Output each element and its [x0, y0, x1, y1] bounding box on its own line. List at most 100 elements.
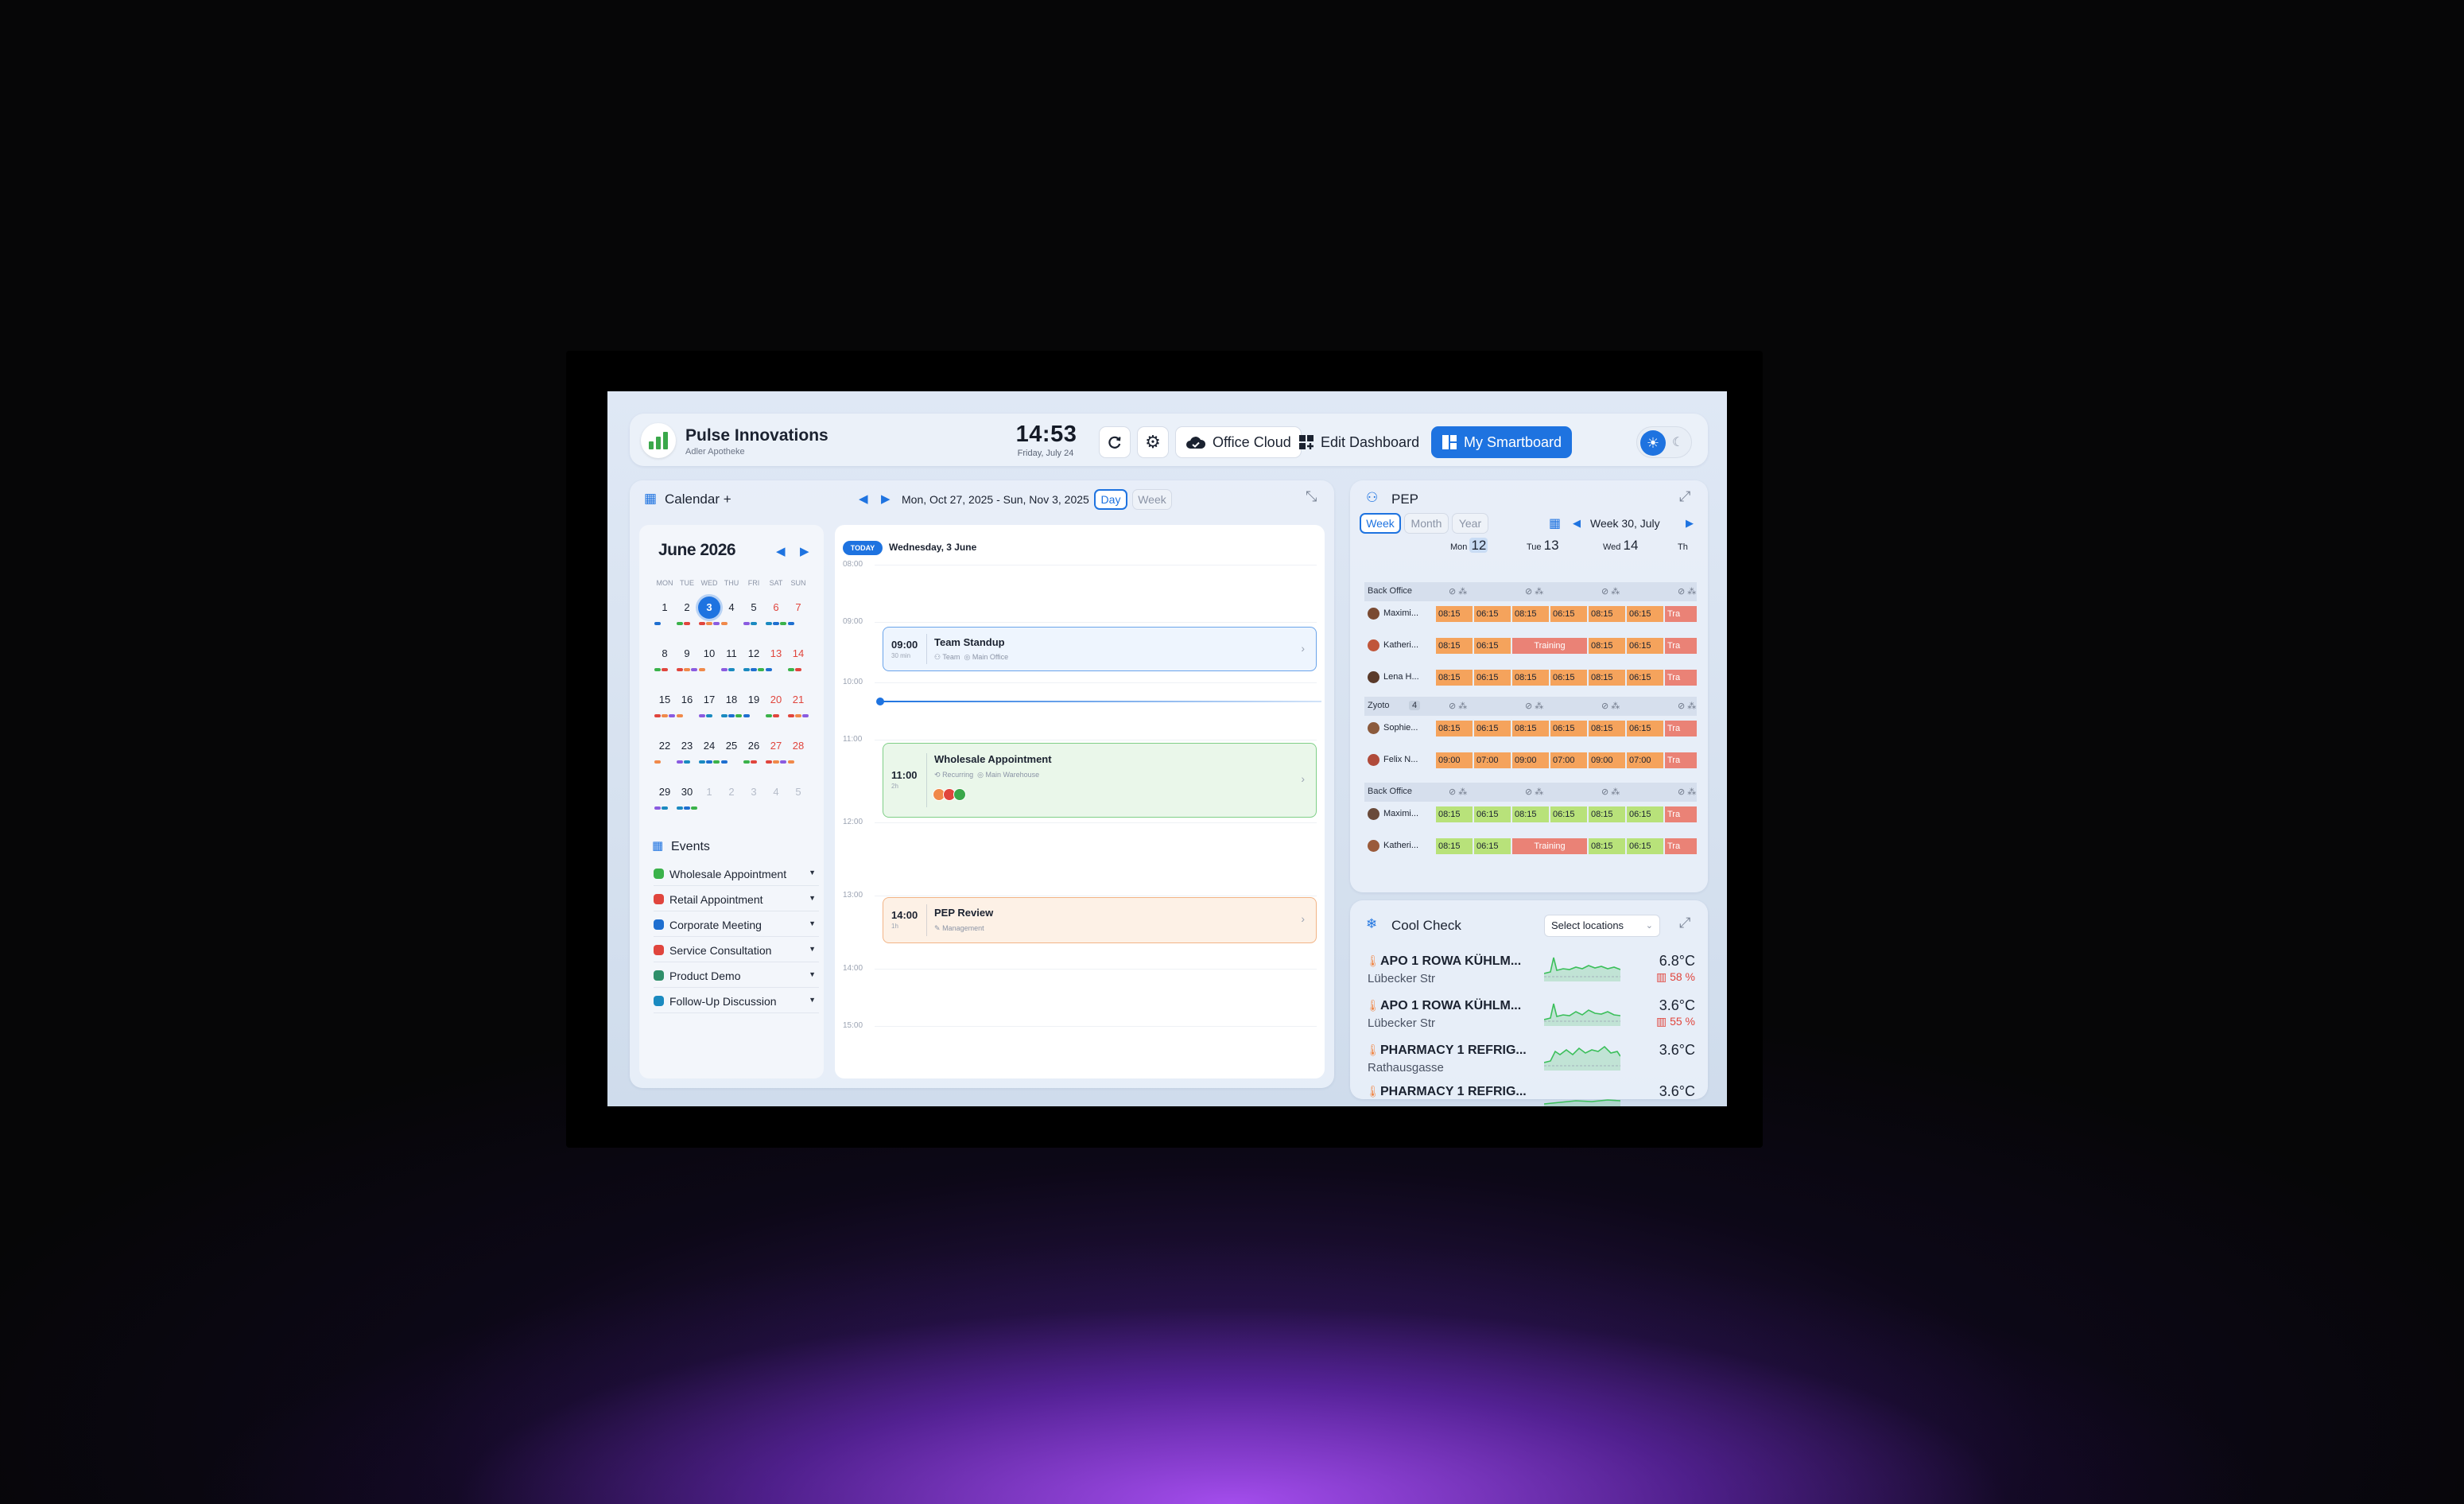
- shift-end[interactable]: 06:15: [1627, 806, 1663, 822]
- caret-down-icon[interactable]: ▼: [809, 996, 816, 1004]
- shift-end[interactable]: 06:15: [1627, 721, 1663, 736]
- shift-start[interactable]: 08:15: [1512, 606, 1549, 622]
- calendar-day[interactable]: 29: [654, 781, 676, 803]
- calendar-day[interactable]: 3: [698, 597, 720, 619]
- expand-icon[interactable]: ⤢: [1679, 488, 1690, 505]
- calendar-day[interactable]: 22: [654, 735, 676, 757]
- event-type-item[interactable]: Wholesale Appointment ▼: [654, 862, 819, 886]
- caret-down-icon[interactable]: ▼: [809, 919, 816, 927]
- calendar-day[interactable]: 30: [676, 781, 698, 803]
- shift-end[interactable]: 06:15: [1550, 670, 1587, 686]
- calendar-day[interactable]: 1: [698, 781, 720, 803]
- calendar-day[interactable]: 8: [654, 643, 676, 665]
- calendar-day[interactable]: 27: [765, 735, 787, 757]
- shift-cell[interactable]: Tra: [1665, 638, 1697, 654]
- calendar-day[interactable]: 9: [676, 643, 698, 665]
- event-type-item[interactable]: Follow-Up Discussion ▼: [654, 989, 819, 1013]
- office-cloud-button[interactable]: Office Cloud: [1175, 426, 1302, 458]
- sun-icon[interactable]: ☀: [1640, 430, 1666, 456]
- shift-start[interactable]: 08:15: [1589, 721, 1625, 736]
- shift-end[interactable]: 06:15: [1627, 638, 1663, 654]
- settings-button[interactable]: ⚙: [1137, 426, 1169, 458]
- shift-end[interactable]: 07:00: [1550, 752, 1587, 768]
- calendar-day[interactable]: 2: [720, 781, 743, 803]
- shift-end[interactable]: 06:15: [1474, 721, 1511, 736]
- shift-cell[interactable]: Tra: [1665, 721, 1697, 736]
- pep-person-name[interactable]: Felix N...: [1383, 755, 1418, 764]
- pep-tab-year[interactable]: Year: [1452, 513, 1488, 534]
- next-week-icon[interactable]: ▶: [1686, 517, 1694, 530]
- calendar-day[interactable]: 3: [743, 781, 765, 803]
- calendar-day[interactable]: 21: [787, 689, 809, 711]
- shift-start[interactable]: 08:15: [1436, 806, 1473, 822]
- calendar-day[interactable]: 6: [765, 597, 787, 619]
- shift-end[interactable]: 06:15: [1474, 806, 1511, 822]
- calendar-day[interactable]: 20: [765, 689, 787, 711]
- calendar-day[interactable]: 17: [698, 689, 720, 711]
- location-select[interactable]: Select locations ⌄: [1544, 915, 1660, 937]
- shift-start[interactable]: 08:15: [1436, 721, 1473, 736]
- shift-cell[interactable]: Tra: [1665, 670, 1697, 686]
- shift-end[interactable]: 06:15: [1627, 670, 1663, 686]
- next-month-icon[interactable]: ▶: [800, 544, 809, 558]
- event-type-item[interactable]: Retail Appointment ▼: [654, 888, 819, 911]
- calendar-day[interactable]: 19: [743, 689, 765, 711]
- event-type-item[interactable]: Corporate Meeting ▼: [654, 913, 819, 937]
- calendar-day[interactable]: 16: [676, 689, 698, 711]
- event-type-item[interactable]: Service Consultation ▼: [654, 939, 819, 962]
- shift-start[interactable]: 08:15: [1512, 721, 1549, 736]
- shift-end[interactable]: 07:00: [1474, 752, 1511, 768]
- shift-end[interactable]: 06:15: [1550, 806, 1587, 822]
- calendar-day[interactable]: 14: [787, 643, 809, 665]
- shift-end[interactable]: 06:15: [1474, 838, 1511, 854]
- pep-person-name[interactable]: Lena H...: [1383, 672, 1419, 682]
- shift-start[interactable]: 08:15: [1589, 606, 1625, 622]
- calendar-day[interactable]: 24: [698, 735, 720, 757]
- shift-start[interactable]: 09:00: [1512, 752, 1549, 768]
- refresh-button[interactable]: [1099, 426, 1131, 458]
- event-type-item[interactable]: Product Demo ▼: [654, 964, 819, 988]
- calendar-day[interactable]: 5: [743, 597, 765, 619]
- calendar-day[interactable]: 1: [654, 597, 676, 619]
- calendar-icon[interactable]: ▦: [1549, 515, 1561, 531]
- shift-start[interactable]: 08:15: [1436, 638, 1473, 654]
- shift-end[interactable]: 06:15: [1550, 606, 1587, 622]
- shift-start[interactable]: 08:15: [1512, 806, 1549, 822]
- calendar-day[interactable]: 26: [743, 735, 765, 757]
- shift-end[interactable]: 06:15: [1550, 721, 1587, 736]
- expand-icon[interactable]: ⤢: [1679, 915, 1690, 931]
- pep-tab-week[interactable]: Week: [1360, 513, 1401, 534]
- shift-start[interactable]: 08:15: [1436, 838, 1473, 854]
- event-card-team-standup[interactable]: 09:00 30 min Team Standup ⚇ Team ◎ Main …: [883, 627, 1317, 671]
- calendar-day[interactable]: 4: [720, 597, 743, 619]
- pep-person-name[interactable]: Sophie...: [1383, 723, 1418, 733]
- shift-cell[interactable]: Tra: [1665, 606, 1697, 622]
- caret-down-icon[interactable]: ▼: [809, 869, 816, 876]
- moon-icon[interactable]: ☾: [1672, 434, 1683, 450]
- calendar-day[interactable]: 7: [787, 597, 809, 619]
- pep-group-label[interactable]: Back Office: [1368, 586, 1412, 596]
- event-card-pep-review[interactable]: 14:00 1h PEP Review ✎ Management ›: [883, 897, 1317, 943]
- training-cell[interactable]: Training: [1512, 838, 1587, 854]
- view-day-tab[interactable]: Day: [1094, 489, 1127, 510]
- shift-start[interactable]: 09:00: [1436, 752, 1473, 768]
- shift-end[interactable]: 06:15: [1627, 838, 1663, 854]
- calendar-day[interactable]: 4: [765, 781, 787, 803]
- calendar-day[interactable]: 12: [743, 643, 765, 665]
- shift-start[interactable]: 08:15: [1589, 638, 1625, 654]
- pep-tab-month[interactable]: Month: [1404, 513, 1449, 534]
- shift-start[interactable]: 08:15: [1512, 670, 1549, 686]
- calendar-day[interactable]: 18: [720, 689, 743, 711]
- calendar-day[interactable]: 28: [787, 735, 809, 757]
- calendar-day[interactable]: 15: [654, 689, 676, 711]
- prev-month-icon[interactable]: ◀: [776, 544, 786, 558]
- shift-cell[interactable]: Tra: [1665, 806, 1697, 822]
- shift-cell[interactable]: Tra: [1665, 838, 1697, 854]
- collapse-icon[interactable]: ⤡: [1306, 488, 1317, 505]
- caret-down-icon[interactable]: ▼: [809, 970, 816, 978]
- pep-group-label[interactable]: Back Office: [1368, 787, 1412, 796]
- pep-person-name[interactable]: Maximi...: [1383, 809, 1418, 818]
- next-range-icon[interactable]: ▶: [881, 492, 891, 506]
- shift-start[interactable]: 09:00: [1589, 752, 1625, 768]
- shift-end[interactable]: 06:15: [1627, 606, 1663, 622]
